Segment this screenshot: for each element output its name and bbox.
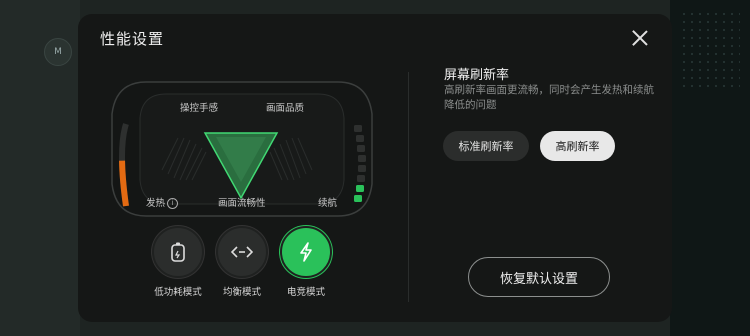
balance-icon [231, 246, 253, 258]
lightning-icon [300, 242, 312, 262]
esports-button[interactable] [280, 226, 332, 278]
background-dots [680, 10, 740, 90]
mode-balanced[interactable]: 均衡模式 [212, 226, 272, 298]
refresh-rate-description: 高刷新率画面更流畅，同时会产生发热和续航降低的问题 [444, 84, 654, 111]
label-heat: 发热 i [146, 195, 179, 209]
mode-power-saving[interactable]: 低功耗模式 [148, 226, 208, 298]
label-image-quality: 画面品质 [266, 103, 305, 114]
battery-segment [354, 125, 362, 132]
power-saving-button[interactable] [152, 226, 204, 278]
battery-segment [356, 185, 364, 192]
performance-settings-dialog: 性能设置 操控手感 画面品质 发热 i 画面流畅性 续航 低功耗模式 均衡模式 … [78, 14, 672, 322]
mode-label: 电竞模式 [286, 287, 325, 298]
battery-segment [357, 175, 365, 182]
battery-segment [354, 195, 362, 202]
label-control-feel: 操控手感 [180, 103, 219, 114]
battery-icon [171, 242, 185, 262]
reset-default-button[interactable]: 恢复默认设置 [468, 257, 610, 297]
mode-esports[interactable]: 电竞模式 [276, 226, 336, 298]
battery-segment [356, 135, 364, 142]
info-icon[interactable]: i [167, 198, 179, 209]
balanced-button[interactable] [216, 226, 268, 278]
label-battery-life: 续航 [318, 198, 338, 209]
mode-label: 均衡模式 [222, 287, 261, 298]
side-icon: M [44, 38, 72, 66]
dialog-title: 性能设置 [100, 30, 165, 48]
battery-segment [358, 155, 366, 162]
battery-segment [358, 165, 366, 172]
refresh-rate-title: 屏幕刷新率 [444, 68, 510, 83]
mode-selector: 低功耗模式 均衡模式 电竞模式 [140, 226, 350, 306]
mode-label: 低功耗模式 [154, 287, 202, 298]
label-smoothness: 画面流畅性 [218, 198, 266, 209]
close-icon[interactable] [630, 28, 650, 48]
battery-segment [357, 145, 365, 152]
vertical-divider [408, 72, 409, 302]
label-heat-text: 发热 [146, 198, 166, 209]
high-refresh-button[interactable]: 高刷新率 [540, 131, 615, 161]
performance-gauge: 操控手感 画面品质 发热 i 画面流畅性 续航 [106, 74, 378, 224]
standard-refresh-button[interactable]: 标准刷新率 [443, 131, 529, 161]
